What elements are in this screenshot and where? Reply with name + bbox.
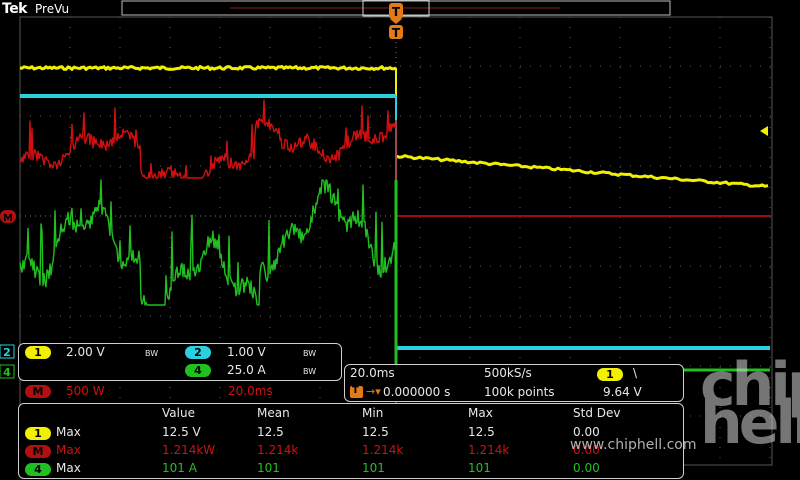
ch4-bw-limit: BW bbox=[303, 367, 317, 376]
svg-text:M: M bbox=[3, 213, 13, 224]
record-length: 100k points bbox=[484, 385, 555, 399]
ch4-badge[interactable]: 4 bbox=[185, 364, 211, 377]
ch1-scale: 2.00 V bbox=[66, 345, 105, 359]
col-header-max: Max bbox=[468, 406, 493, 420]
meas-row3-badge[interactable]: 4 bbox=[25, 463, 51, 476]
meas-row3-max: 101 bbox=[468, 461, 491, 475]
meas-row2-max: 1.214k bbox=[468, 443, 510, 457]
trigger-position-marker[interactable]: T T bbox=[389, 3, 403, 40]
ch2-bw-limit: BW bbox=[303, 349, 317, 358]
meas-row1-value: 12.5 V bbox=[162, 425, 201, 439]
trigger-slope-icon: \ bbox=[633, 366, 638, 380]
col-header-value: Value bbox=[162, 406, 195, 420]
ch2-ground-marker[interactable]: 2 bbox=[0, 344, 15, 359]
meas-row3-min: 101 bbox=[362, 461, 385, 475]
ch1-bw-limit: BW bbox=[145, 349, 159, 358]
col-header-min: Min bbox=[362, 406, 384, 420]
sample-rate: 500kS/s bbox=[484, 366, 532, 380]
ch4-trace-post bbox=[394, 180, 770, 372]
meas-row2-value: 1.214kW bbox=[162, 443, 216, 457]
meas-row3-std: 0.00 bbox=[573, 461, 600, 475]
meas-row3-label: Max bbox=[56, 461, 81, 475]
meas-row3-value: 101 A bbox=[162, 461, 197, 475]
col-header-std-dev: Std Dev bbox=[573, 406, 621, 420]
meas-row2-badge[interactable]: M bbox=[25, 445, 51, 458]
math-scale: 500 W bbox=[66, 384, 105, 398]
watermark-logo: chip hell bbox=[700, 350, 800, 458]
math-ground-marker[interactable]: M bbox=[0, 210, 16, 224]
meas-row2-min: 1.214k bbox=[362, 443, 404, 457]
watermark-url: www.chiphell.com bbox=[570, 437, 697, 453]
ch1-trace-pre bbox=[19, 65, 397, 71]
math-timebase: 20.0ms bbox=[228, 384, 273, 398]
meas-row2-label: Max bbox=[56, 443, 81, 457]
trigger-delay: 0.000000 s bbox=[383, 385, 451, 399]
meas-row1-mean: 12.5 bbox=[257, 425, 284, 439]
meas-row1-badge[interactable]: 1 bbox=[25, 427, 51, 440]
meas-row1-label: Max bbox=[56, 425, 81, 439]
trigger-delay-icon-label: T bbox=[352, 385, 359, 396]
math-badge[interactable]: M bbox=[25, 385, 51, 398]
horizontal-scale: 20.0ms bbox=[350, 366, 395, 380]
ch2-scale: 1.00 V bbox=[227, 345, 266, 359]
waveform-traces bbox=[19, 65, 770, 372]
meas-row2-mean: 1.214k bbox=[257, 443, 299, 457]
meas-row1-max: 12.5 bbox=[468, 425, 495, 439]
trigger-delay-arrow-icon: →▾ bbox=[366, 385, 381, 398]
trigger-level-icon[interactable] bbox=[760, 126, 768, 136]
math-trace-pre bbox=[19, 99, 397, 179]
meas-row3-mean: 101 bbox=[257, 461, 280, 475]
math-trace-post bbox=[395, 120, 770, 217]
svg-text:2: 2 bbox=[3, 346, 11, 359]
ch4-ground-marker[interactable]: 4 bbox=[0, 364, 15, 379]
trigger-level: 9.64 V bbox=[603, 385, 642, 399]
trigger-source-badge[interactable]: 1 bbox=[597, 368, 623, 381]
trigger-marker-label-2: T bbox=[392, 26, 401, 40]
ch1-badge[interactable]: 1 bbox=[25, 346, 51, 359]
ch4-scale: 25.0 A bbox=[227, 363, 266, 377]
ch1-trace-decay bbox=[395, 154, 769, 188]
svg-text:4: 4 bbox=[3, 366, 11, 379]
meas-row1-min: 12.5 bbox=[362, 425, 389, 439]
col-header-mean: Mean bbox=[257, 406, 290, 420]
trigger-marker-label: T bbox=[392, 5, 401, 19]
ch2-badge[interactable]: 2 bbox=[185, 346, 211, 359]
oscilloscope-screen: Tek PreVu T T M 2 4 1 2.00 V BW 2 1.00 V… bbox=[0, 0, 800, 480]
ch4-trace-pre bbox=[19, 179, 397, 306]
